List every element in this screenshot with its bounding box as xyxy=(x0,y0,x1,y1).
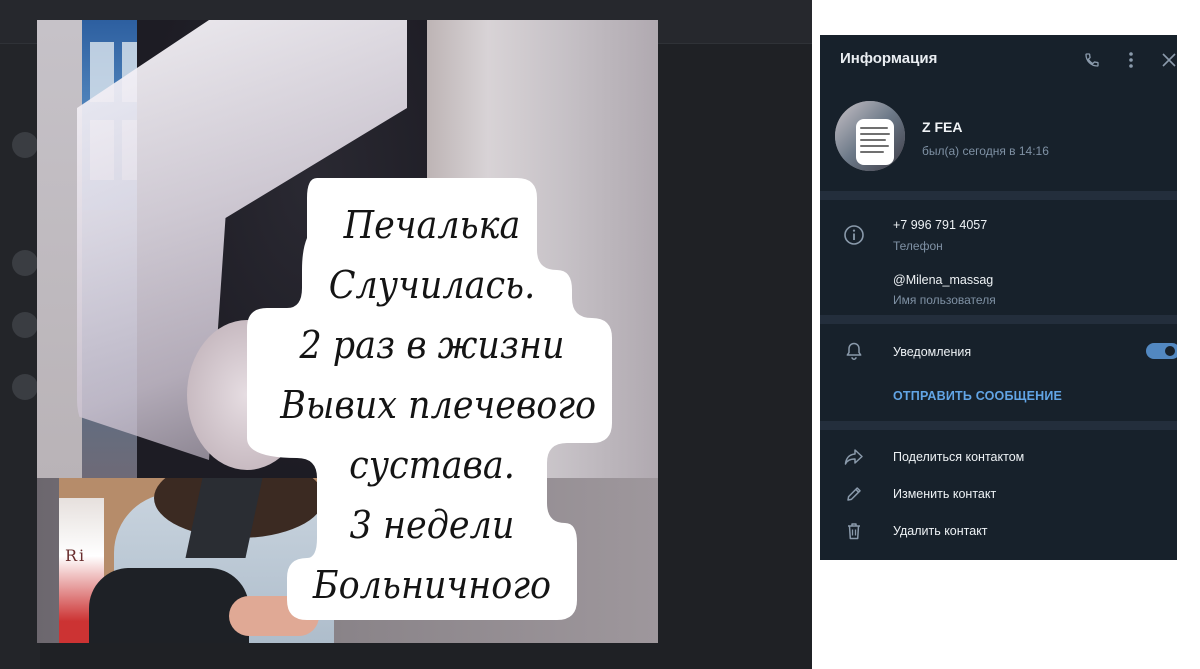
chat-avatar xyxy=(12,374,38,400)
info-title: Информация xyxy=(840,50,938,67)
phone-label: Телефон xyxy=(893,239,943,253)
section-divider xyxy=(820,421,1177,430)
pencil-icon xyxy=(842,482,866,506)
bell-icon xyxy=(842,339,866,363)
contact-name: Z FEA xyxy=(922,119,963,135)
info-icon xyxy=(842,223,866,247)
edit-contact-button[interactable]: Изменить контакт xyxy=(893,487,996,501)
avatar[interactable] xyxy=(835,101,905,171)
last-seen: был(а) сегодня в 14:16 xyxy=(922,144,1049,158)
sticker-line: Больничного xyxy=(312,563,552,607)
chat-list-column xyxy=(0,44,40,669)
chat-avatar xyxy=(12,250,38,276)
close-icon[interactable] xyxy=(1158,49,1177,71)
sticker-line: сустава. xyxy=(349,443,515,487)
photo-wall-strip xyxy=(37,20,82,478)
username[interactable]: @Milena_massag xyxy=(893,273,993,287)
arm-sling xyxy=(89,568,249,643)
sticker-line: 2 раз в жизни xyxy=(299,323,565,367)
notifications-toggle[interactable] xyxy=(1146,343,1177,359)
section-divider xyxy=(820,191,1177,200)
app-window: Ri Печалька Случилась. 2 раз в жизни Выв… xyxy=(0,0,1200,669)
info-panel: Информация Z FEA был(а) сегодня в 14:16 … xyxy=(820,35,1177,560)
chat-avatar xyxy=(12,312,38,338)
delete-contact-button[interactable]: Удалить контакт xyxy=(893,524,988,538)
notifications-label: Уведомления xyxy=(893,345,972,359)
chat-avatar xyxy=(12,132,38,158)
username-label: Имя пользователя xyxy=(893,293,996,307)
photo-viewer[interactable]: Ri Печалька Случилась. 2 раз в жизни Выв… xyxy=(37,20,658,643)
sticker-line: Печалька xyxy=(343,203,521,247)
send-message-button[interactable]: ОТПРАВИТЬ СООБЩЕНИЕ xyxy=(893,389,1062,403)
trash-icon xyxy=(842,519,866,543)
sticker-line: Вывих плечевого xyxy=(280,383,597,427)
phone-number[interactable]: +7 996 791 4057 xyxy=(893,218,987,232)
sticker-line: Случилась. xyxy=(328,263,536,307)
section-divider xyxy=(820,315,1177,324)
juice-carton-text: Ri xyxy=(65,546,87,565)
phone-icon[interactable] xyxy=(1081,49,1103,71)
more-vertical-icon[interactable] xyxy=(1120,49,1142,71)
info-header: Информация xyxy=(820,35,1177,85)
share-contact-button[interactable]: Поделиться контактом xyxy=(893,450,1024,464)
contact-profile: Z FEA был(а) сегодня в 14:16 xyxy=(820,85,1177,190)
share-icon xyxy=(842,445,866,469)
sticker-line: 3 недели xyxy=(349,503,515,547)
sticker-text-block: Печалька Случилась. 2 раз в жизни Вывих … xyxy=(267,202,597,622)
